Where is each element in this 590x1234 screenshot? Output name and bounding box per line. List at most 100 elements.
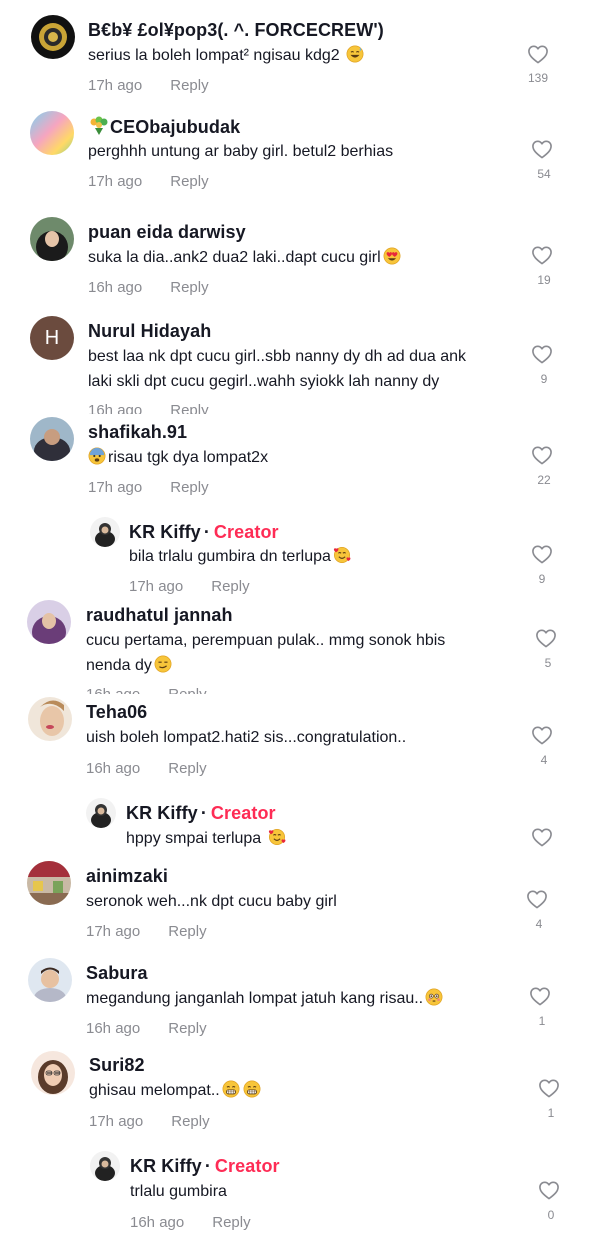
man-avatar[interactable] [28, 958, 72, 1002]
username[interactable]: ainimzaki [86, 866, 168, 887]
comment-text: serius la boleh lompat² ngisau kdg2 [88, 43, 364, 68]
sweat-smile-emoji [346, 45, 364, 63]
heart-icon[interactable] [538, 1180, 560, 1200]
anxious-face-emoji [88, 447, 106, 465]
username[interactable]: Sabura [86, 963, 148, 984]
like-count: 0 [547, 1208, 555, 1222]
comment-text-line: best laa nk dpt cucu girl..sbb nanny dy … [88, 348, 467, 365]
creator-avatar[interactable] [90, 1151, 120, 1181]
room-avatar[interactable] [27, 861, 71, 905]
comment-text: hppy smpai terlupa [126, 826, 286, 851]
like-count: 5 [544, 656, 552, 670]
comment-meta: 17h ago Reply [88, 77, 209, 94]
comment-text-line: cucu pertama, perempuan pulak.. mmg sono… [86, 632, 446, 649]
heart-icon[interactable] [531, 445, 553, 465]
creator-avatar[interactable] [86, 798, 116, 828]
reply-button[interactable]: Reply [168, 923, 206, 940]
comment-meta: 16h ago Reply [130, 1214, 251, 1231]
letter-avatar[interactable]: H [30, 316, 74, 360]
reply-button[interactable]: Reply [171, 1113, 209, 1130]
crest-avatar[interactable] [31, 15, 75, 59]
flushed-emoji [425, 988, 443, 1006]
heart-icon[interactable] [531, 139, 553, 159]
heart-icon[interactable] [531, 245, 553, 265]
like-count: 54 [537, 167, 551, 181]
timestamp: 16h ago [86, 1020, 141, 1037]
comment-meta: 17h ago Reply [89, 1113, 210, 1130]
hijab-purple-avatar[interactable] [27, 600, 71, 644]
reply-button[interactable]: Reply [168, 1020, 206, 1037]
username[interactable]: B€b¥ £ol¥pop3(. ^. FORCECREW') [88, 20, 384, 41]
grin-emoji [243, 1080, 261, 1098]
comment-meta: 17h ago Reply [88, 173, 209, 190]
hijab-avatar[interactable] [30, 217, 74, 261]
comment-text: suka la dia..ank2 dua2 laki..dapt cucu g… [88, 245, 401, 270]
timestamp: 17h ago [88, 77, 143, 94]
comment-meta: 16h ago Reply [88, 279, 209, 296]
heart-icon[interactable] [526, 889, 548, 909]
comment-text: trlalu gumbira [130, 1183, 227, 1200]
username[interactable]: shafikah.91 [88, 422, 187, 443]
creator-avatar[interactable] [90, 517, 120, 547]
reply-button[interactable]: Reply [170, 77, 208, 94]
like-count: 19 [537, 273, 551, 287]
reply-button[interactable]: Reply [212, 1214, 250, 1231]
creator-badge: Creator [214, 1156, 280, 1176]
like-count: 4 [535, 917, 543, 931]
comment-meta: 16h ago Reply [86, 760, 207, 777]
like-count: 9 [538, 572, 546, 586]
photo-avatar[interactable] [30, 417, 74, 461]
comment-text: megandung janganlah lompat jatuh kang ri… [86, 986, 443, 1011]
timestamp: 17h ago [86, 923, 141, 940]
reply-button[interactable]: Reply [170, 173, 208, 190]
comment-meta: 17h ago Reply [88, 479, 209, 496]
heart-icon[interactable] [538, 1078, 560, 1098]
comment-meta: 17h ago Reply [129, 578, 250, 595]
username[interactable]: Nurul Hidayah [88, 321, 211, 342]
timestamp: 17h ago [129, 578, 184, 595]
username[interactable]: KR Kiffy · Creator [130, 1156, 280, 1177]
username[interactable]: puan eida darwisy [88, 222, 246, 243]
comment-text: perghhh untung ar baby girl. betul2 berh… [88, 143, 394, 160]
creator-badge: Creator [213, 522, 279, 542]
heart-icon[interactable] [527, 44, 549, 64]
face-avatar[interactable] [28, 697, 72, 741]
like-count: 9 [540, 372, 548, 386]
username[interactable]: Suri82 [89, 1055, 145, 1076]
comment-meta: 16h ago Reply [86, 1020, 207, 1037]
username[interactable]: CEObajubudak [88, 116, 240, 138]
username[interactable]: raudhatul jannah [86, 605, 233, 626]
heart-icon[interactable] [535, 628, 557, 648]
heart-icon[interactable] [531, 344, 553, 364]
smiling-hearts-emoji [268, 828, 286, 846]
heart-icon[interactable] [529, 986, 551, 1006]
comment-text: seronok weh...nk dpt cucu baby girl [86, 893, 337, 910]
timestamp: 17h ago [88, 479, 143, 496]
flower-bouquet-icon [90, 116, 108, 135]
colorful-avatar[interactable] [30, 111, 74, 155]
reply-button[interactable]: Reply [170, 279, 208, 296]
smirk-emoji [154, 655, 172, 673]
heart-icon[interactable] [531, 827, 553, 847]
comment-text: uish boleh lompat2.hati2 sis...congratul… [86, 729, 407, 746]
comment-text: risau tgk dya lompat2x [88, 445, 268, 470]
grin-emoji [222, 1080, 240, 1098]
username[interactable]: Teha06 [86, 702, 147, 723]
heart-icon[interactable] [531, 725, 553, 745]
reply-button[interactable]: Reply [168, 760, 206, 777]
comment-meta: 17h ago Reply [86, 923, 207, 940]
username[interactable]: KR Kiffy · Creator [129, 522, 279, 543]
heart-eyes-emoji [383, 247, 401, 265]
comment-text-line: laki skli dpt cucu gegirl..wahh syiokk l… [88, 373, 440, 390]
heart-icon[interactable] [531, 544, 553, 564]
timestamp: 17h ago [88, 173, 143, 190]
username[interactable]: KR Kiffy · Creator [126, 803, 276, 824]
like-count: 22 [537, 473, 551, 487]
comment-text: ghisau melompat.. [89, 1078, 261, 1103]
like-count: 1 [538, 1014, 546, 1028]
scroll-overlap [0, 694, 590, 702]
reply-button[interactable]: Reply [211, 578, 249, 595]
timestamp: 17h ago [89, 1113, 144, 1130]
reply-button[interactable]: Reply [170, 479, 208, 496]
girl-avatar[interactable] [31, 1051, 75, 1095]
